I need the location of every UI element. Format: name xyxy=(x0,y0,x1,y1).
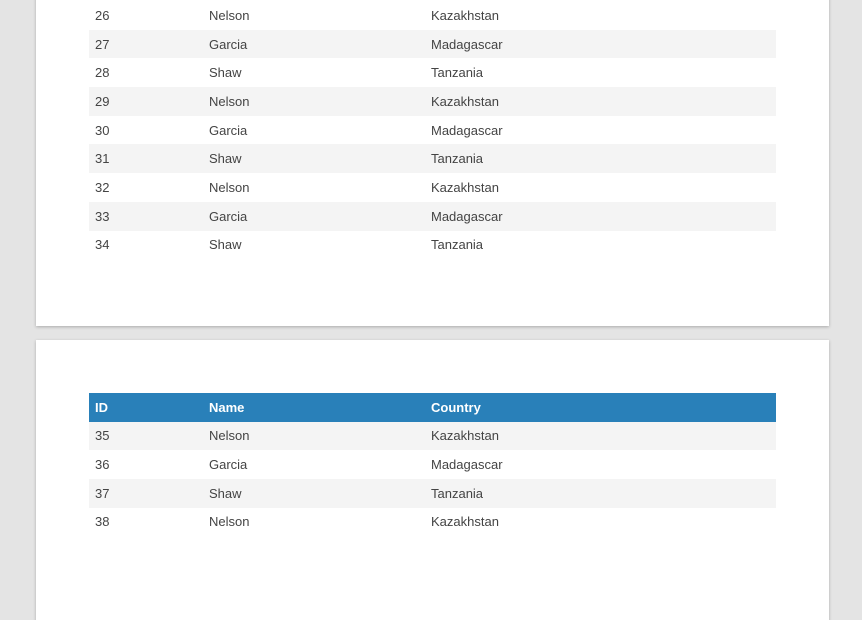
table-row: 28 Shaw Tanzania xyxy=(89,58,776,87)
cell-name: Nelson xyxy=(203,421,425,451)
cell-country: Kazakhstan xyxy=(431,514,499,530)
cell-id: 27 xyxy=(89,29,203,59)
cell-country: Tanzania xyxy=(431,65,484,81)
cell-id: 28 xyxy=(95,65,110,81)
column-header-id: ID xyxy=(89,393,203,422)
cell-id: 30 xyxy=(95,122,110,138)
cell-name: Nelson xyxy=(209,7,250,23)
column-header-country: Country xyxy=(425,393,776,422)
cell-country: Madagascar xyxy=(431,457,503,473)
table-row: 38 Nelson Kazakhstan xyxy=(89,508,776,537)
table-row: 34 Shaw Tanzania xyxy=(89,231,776,260)
table-row: 33 Garcia Madagascar xyxy=(89,201,776,231)
cell-name: Garcia xyxy=(209,122,248,138)
cell-name: Shaw xyxy=(209,237,242,253)
cell-id: 32 xyxy=(95,179,110,195)
table-row: 31 Shaw Tanzania xyxy=(89,144,776,174)
cell-name: Nelson xyxy=(209,179,250,195)
data-table-page-2: ID Name Country 35 Nelson Kazakhstan 36 … xyxy=(89,393,776,536)
table-row: 29 Nelson Kazakhstan xyxy=(89,87,776,116)
cell-country: Kazakhstan xyxy=(425,87,776,116)
cell-country: Tanzania xyxy=(431,237,484,253)
document-page-1: 26 Nelson Kazakhstan 27 Garcia Madagasca… xyxy=(36,0,829,326)
table-row: 30 Garcia Madagascar xyxy=(89,116,776,145)
cell-id: 37 xyxy=(89,478,203,508)
table-row: 32 Nelson Kazakhstan xyxy=(89,173,776,202)
cell-id: 35 xyxy=(89,421,203,451)
table-row: 36 Garcia Madagascar xyxy=(89,450,776,479)
document-viewer[interactable]: 26 Nelson Kazakhstan 27 Garcia Madagasca… xyxy=(0,0,862,620)
cell-id: 31 xyxy=(89,144,203,174)
cell-name: Shaw xyxy=(203,144,425,174)
cell-country: Kazakhstan xyxy=(431,179,499,195)
cell-country: Madagascar xyxy=(425,201,776,231)
cell-id: 38 xyxy=(95,514,110,530)
column-header-name: Name xyxy=(203,393,425,422)
cell-country: Madagascar xyxy=(425,29,776,59)
table-row: 26 Nelson Kazakhstan xyxy=(89,1,776,30)
cell-name: Nelson xyxy=(203,87,425,116)
cell-id: 33 xyxy=(89,201,203,231)
data-table-page-1: 26 Nelson Kazakhstan 27 Garcia Madagasca… xyxy=(89,1,776,259)
table-row: 35 Nelson Kazakhstan xyxy=(89,421,776,451)
cell-country: Tanzania xyxy=(425,478,776,508)
table-header-row: ID Name Country xyxy=(89,393,776,422)
cell-id: 29 xyxy=(89,87,203,116)
cell-country: Tanzania xyxy=(425,144,776,174)
table-row: 37 Shaw Tanzania xyxy=(89,478,776,508)
cell-country: Kazakhstan xyxy=(425,421,776,451)
table-row: 27 Garcia Madagascar xyxy=(89,29,776,59)
cell-id: 34 xyxy=(95,237,110,253)
cell-id: 36 xyxy=(95,457,110,473)
cell-name: Nelson xyxy=(209,514,250,530)
cell-country: Kazakhstan xyxy=(431,7,499,23)
document-page-2: ID Name Country 35 Nelson Kazakhstan 36 … xyxy=(36,340,829,620)
cell-name: Shaw xyxy=(203,478,425,508)
cell-id: 26 xyxy=(95,7,110,23)
cell-name: Garcia xyxy=(203,29,425,59)
cell-name: Garcia xyxy=(203,201,425,231)
cell-name: Garcia xyxy=(209,457,248,473)
cell-country: Madagascar xyxy=(431,122,503,138)
cell-name: Shaw xyxy=(209,65,242,81)
